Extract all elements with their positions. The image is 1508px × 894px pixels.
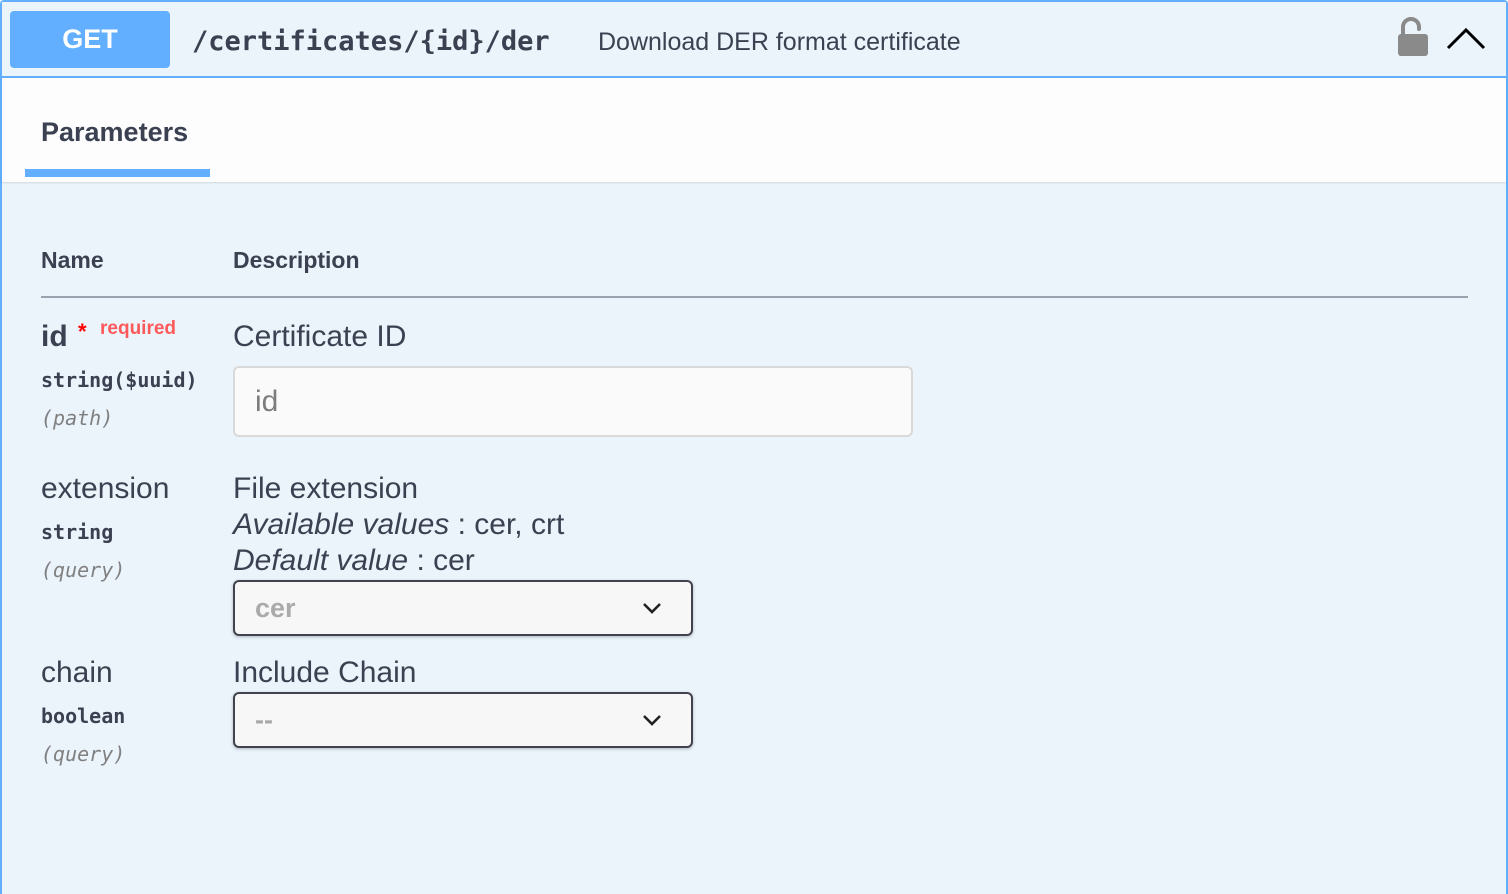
default-value-text: : cer bbox=[408, 544, 475, 577]
chain-select[interactable]: -- bbox=[233, 692, 693, 748]
column-header-name: Name bbox=[41, 247, 104, 273]
required-star: * bbox=[78, 319, 87, 344]
chevron-down-icon bbox=[643, 715, 661, 726]
param-id-name: id bbox=[41, 320, 68, 353]
required-label: required bbox=[100, 318, 177, 339]
param-id-type: string($uuid) bbox=[41, 368, 198, 392]
param-id-location: (path) bbox=[41, 406, 114, 430]
endpoint-summary: Download DER format certificate bbox=[598, 28, 961, 56]
column-header-description: Description bbox=[233, 247, 360, 273]
param-id-description: Certificate ID bbox=[233, 320, 407, 353]
param-chain-description: Include Chain bbox=[233, 656, 417, 689]
available-values: Available values : cer, crt bbox=[233, 507, 564, 543]
param-extension-description: File extension bbox=[233, 472, 419, 505]
default-value: Default value : cer bbox=[233, 543, 475, 579]
tab-header: Parameters bbox=[2, 78, 1506, 182]
param-chain-type: boolean bbox=[41, 704, 126, 728]
operation-summary[interactable]: GET /certificates/{id}/der Download DER … bbox=[2, 2, 1506, 78]
extension-select-value: cer bbox=[255, 593, 296, 623]
table-header-divider bbox=[41, 296, 1468, 298]
param-extension-name: extension bbox=[41, 472, 170, 505]
chevron-up-icon[interactable] bbox=[1444, 22, 1488, 56]
tab-parameters[interactable]: Parameters bbox=[41, 114, 188, 150]
available-values-list: : cer, crt bbox=[449, 508, 565, 541]
http-method-badge: GET bbox=[10, 11, 170, 68]
endpoint-path: /certificates/{id}/der bbox=[192, 26, 550, 57]
chevron-down-icon bbox=[643, 603, 661, 614]
id-input[interactable] bbox=[233, 366, 913, 437]
unlocked-padlock-icon[interactable] bbox=[1396, 16, 1430, 58]
operation-block: GET /certificates/{id}/der Download DER … bbox=[0, 0, 1508, 894]
param-extension-type: string bbox=[41, 520, 114, 544]
param-chain-name: chain bbox=[41, 656, 113, 689]
param-chain-location: (query) bbox=[41, 742, 126, 766]
default-value-label: Default value bbox=[233, 544, 409, 577]
param-extension-location: (query) bbox=[41, 558, 126, 582]
available-values-label: Available values bbox=[233, 508, 450, 541]
chain-select-value: -- bbox=[255, 705, 273, 735]
extension-select[interactable]: cer bbox=[233, 580, 693, 636]
active-tab-indicator bbox=[25, 169, 210, 177]
